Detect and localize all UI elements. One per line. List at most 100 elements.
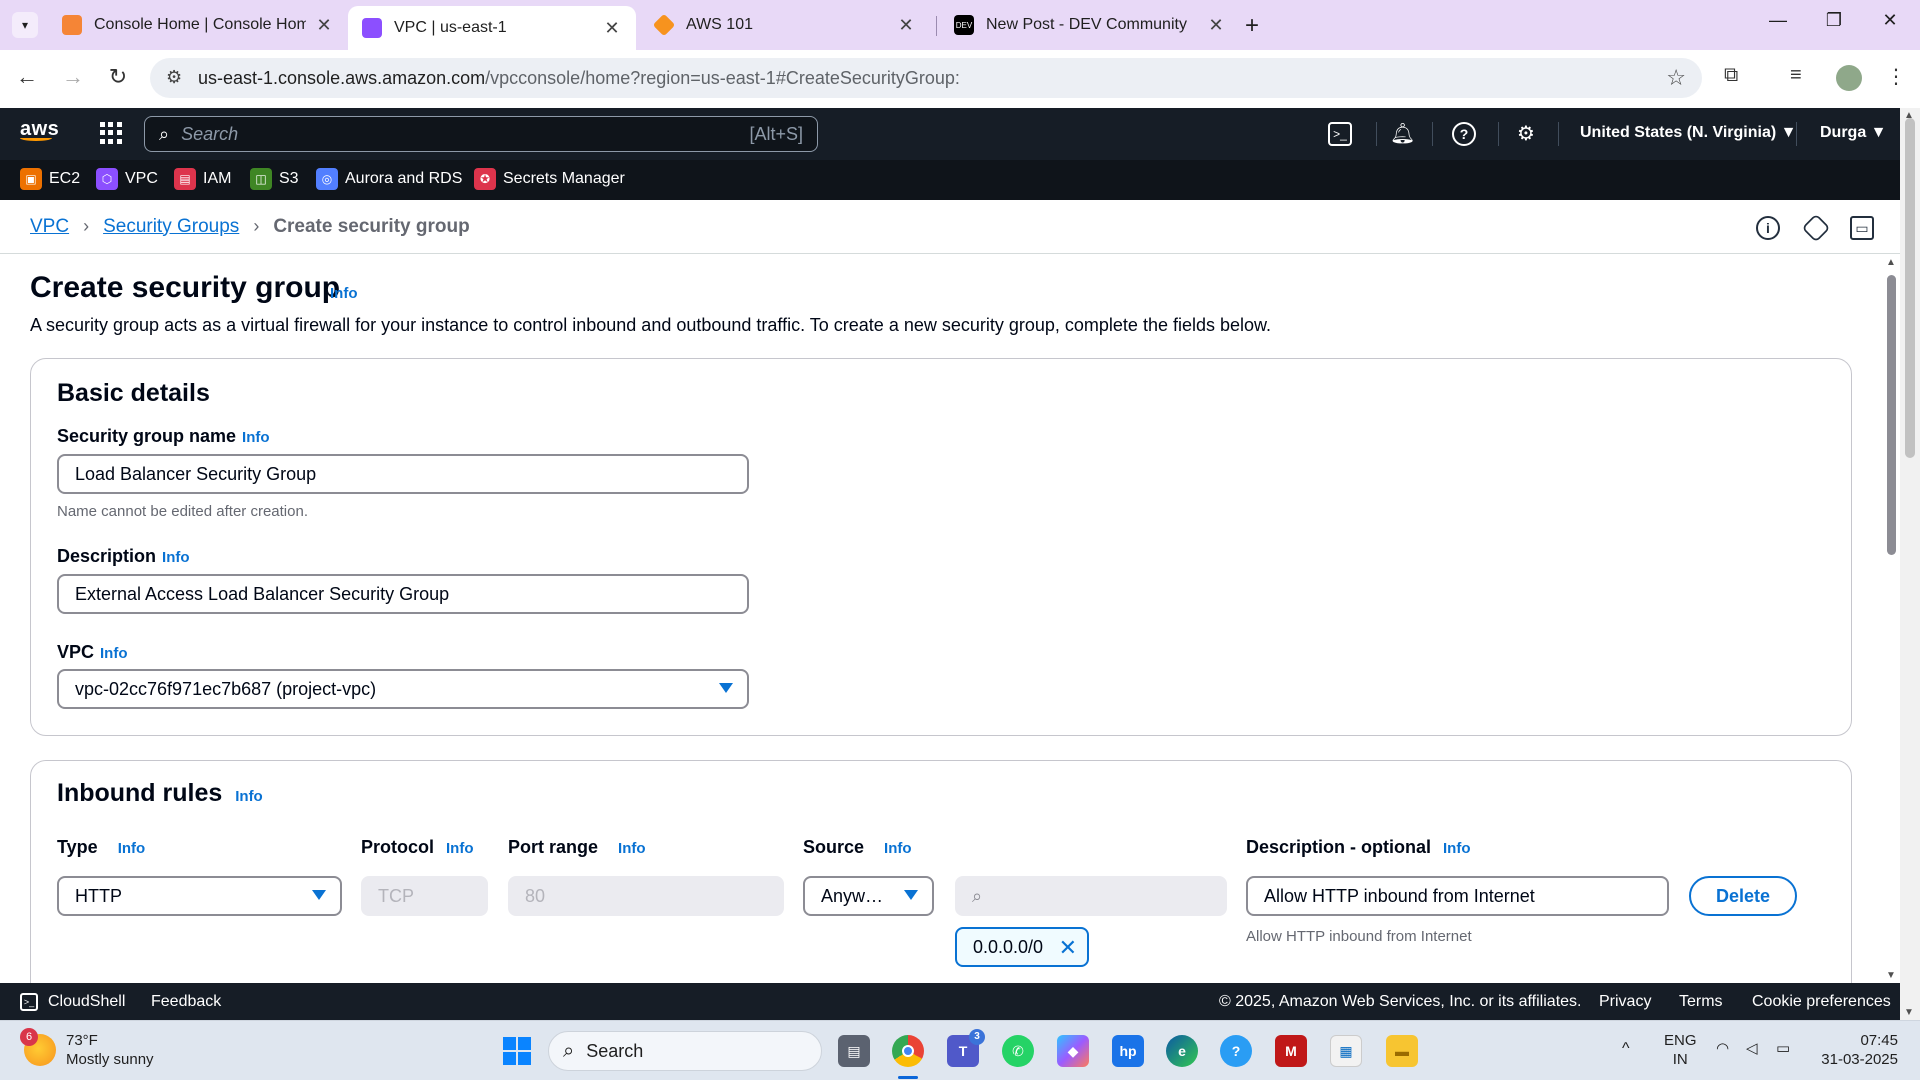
help-icon[interactable]: ? (1452, 122, 1476, 146)
get-help-icon[interactable]: ? (1220, 1035, 1252, 1067)
search-input[interactable]: ⌕ Search [Alt+S] (144, 116, 818, 152)
restore-icon[interactable]: ❐ (1814, 10, 1854, 31)
store-icon[interactable]: ▦ (1330, 1035, 1362, 1067)
type-select[interactable]: HTTP (57, 876, 342, 916)
notifications-panel-icon[interactable] (1801, 213, 1831, 243)
settings-gear-icon[interactable]: ⚙ (1514, 122, 1538, 146)
tab-dev-community[interactable]: DEV New Post - DEV Community ✕ (940, 6, 1240, 44)
feedback-panel-icon[interactable]: ▭ (1850, 216, 1874, 240)
breadcrumb-vpc-link[interactable]: VPC (30, 216, 69, 238)
favorite-vpc[interactable]: ⬡ VPC (96, 168, 158, 190)
forward-arrow-icon[interactable]: → (58, 64, 88, 90)
file-explorer-icon[interactable]: ▬ (1386, 1035, 1418, 1067)
tab-vpc[interactable]: VPC | us-east-1 ✕ (348, 6, 636, 50)
info-link[interactable]: Info (1443, 840, 1471, 857)
scroll-down-icon[interactable]: ▼ (1904, 1007, 1914, 1018)
favorite-iam[interactable]: ▤ IAM (174, 168, 231, 190)
language-indicator[interactable]: ENG IN (1664, 1031, 1697, 1069)
mcafee-icon[interactable]: M (1275, 1035, 1307, 1067)
caret-down-icon (719, 683, 733, 693)
whatsapp-icon[interactable]: ✆ (1002, 1035, 1034, 1067)
description-input[interactable]: External Access Load Balancer Security G… (57, 574, 749, 614)
media-control-icon[interactable]: ≡ (1790, 64, 1802, 87)
terms-link[interactable]: Terms (1679, 993, 1723, 1011)
back-arrow-icon[interactable]: ← (12, 64, 42, 90)
browser-menu-icon[interactable]: ⋮ (1886, 64, 1906, 89)
close-window-icon[interactable]: ✕ (1870, 10, 1910, 31)
close-tab-icon[interactable]: ✕ (896, 15, 916, 36)
windows-start-icon[interactable] (503, 1037, 531, 1065)
rds-icon: ◎ (316, 168, 338, 190)
privacy-link[interactable]: Privacy (1599, 993, 1651, 1011)
favorite-s3[interactable]: ◫ S3 (250, 168, 299, 190)
page-scrollbar[interactable]: ▲ ▼ (1900, 108, 1920, 1020)
volume-icon[interactable]: ◁ (1746, 1039, 1758, 1058)
show-hidden-icons-chevron-icon[interactable]: ^ (1622, 1039, 1630, 1058)
account-menu[interactable]: Durga ▼ (1820, 124, 1887, 142)
security-group-name-input[interactable]: Load Balancer Security Group (57, 454, 749, 494)
bookmark-star-icon[interactable]: ☆ (1666, 65, 1686, 91)
rule-description-input[interactable]: Allow HTTP inbound from Internet (1246, 876, 1669, 916)
weather-widget[interactable]: 6 73°F Mostly sunny (20, 1028, 154, 1069)
aws-logo[interactable]: aws (20, 118, 59, 141)
clock[interactable]: 07:45 31-03-2025 (1818, 1031, 1898, 1069)
edge-icon[interactable]: e (1166, 1035, 1198, 1067)
breadcrumb-security-groups-link[interactable]: Security Groups (103, 216, 239, 238)
myhp-icon[interactable]: hp (1112, 1035, 1144, 1067)
close-tab-icon[interactable]: ✕ (602, 18, 622, 39)
close-tab-icon[interactable]: ✕ (1206, 15, 1226, 36)
notifications-bell-icon[interactable]: 🔔︎ (1390, 122, 1415, 146)
wifi-icon[interactable]: ◠ (1716, 1039, 1729, 1058)
chrome-icon[interactable] (892, 1035, 924, 1067)
scroll-up-icon[interactable]: ▲ (1886, 257, 1896, 268)
info-link[interactable]: Info (242, 429, 270, 446)
site-settings-icon[interactable]: ⚙ (166, 67, 182, 88)
info-link[interactable]: Info (884, 840, 912, 857)
aws-console-favicon-icon (62, 15, 82, 35)
extensions-puzzle-icon[interactable]: ⧉ (1724, 64, 1738, 87)
taskbar-search[interactable]: ⌕ Search (548, 1031, 822, 1071)
region-selector[interactable]: United States (N. Virginia) ▼ (1580, 124, 1796, 142)
tab-console-home[interactable]: Console Home | Console Home ✕ (48, 6, 348, 44)
cloudshell-button[interactable]: >_ CloudShell (20, 993, 125, 1011)
cloudshell-icon[interactable]: >_ (1328, 122, 1352, 146)
scrollbar-thumb[interactable] (1905, 118, 1915, 458)
services-grid-icon[interactable] (100, 122, 122, 144)
source-select[interactable]: Anyw… (803, 876, 934, 916)
info-link[interactable]: Info (235, 788, 263, 805)
battery-icon[interactable]: ▭ (1776, 1039, 1790, 1058)
cidr-search-input[interactable]: ⌕ (955, 876, 1227, 916)
scrollbar-thumb[interactable] (1887, 275, 1896, 555)
task-view-icon[interactable]: ▤ (838, 1035, 870, 1067)
info-link[interactable]: Info (446, 840, 474, 857)
info-link[interactable]: Info (100, 645, 128, 662)
scroll-down-icon[interactable]: ▼ (1886, 970, 1896, 981)
favorite-secrets-manager[interactable]: ✪ Secrets Manager (474, 168, 625, 190)
minimize-icon[interactable]: — (1758, 10, 1798, 31)
reload-icon[interactable]: ↻ (103, 64, 133, 90)
copilot-icon[interactable]: ◆ (1057, 1035, 1089, 1067)
content-scrollbar[interactable]: ▲ ▼ (1884, 255, 1900, 983)
sun-weather-icon: 6 (20, 1028, 56, 1066)
info-link[interactable]: Info (618, 840, 646, 857)
close-tab-icon[interactable]: ✕ (314, 15, 334, 36)
favorite-ec2[interactable]: ▣ EC2 (20, 168, 80, 190)
tab-aws-101[interactable]: AWS 101 ✕ (640, 6, 930, 44)
tab-search-chevron-icon[interactable]: ▾ (12, 12, 38, 38)
page-info-link[interactable]: Info (330, 285, 358, 302)
remove-token-icon[interactable]: ✕ (1059, 935, 1077, 961)
profile-avatar[interactable] (1836, 65, 1862, 91)
info-panel-icon[interactable]: i (1756, 216, 1780, 240)
favorite-aurora-rds[interactable]: ◎ Aurora and RDS (316, 168, 462, 190)
info-link[interactable]: Info (118, 840, 146, 857)
vpc-select[interactable]: vpc-02cc76f971ec7b687 (project-vpc) (57, 669, 749, 709)
browser-tab-strip: ▾ Console Home | Console Home ✕ VPC | us… (0, 0, 1920, 50)
cookie-preferences-link[interactable]: Cookie preferences (1752, 993, 1891, 1011)
delete-rule-button[interactable]: Delete (1689, 876, 1797, 916)
url-bar[interactable]: ⚙ us-east-1.console.aws.amazon.com/vpcco… (150, 58, 1702, 98)
info-link[interactable]: Info (162, 549, 190, 566)
teams-badge: 3 (969, 1029, 985, 1045)
new-tab-plus-icon[interactable]: + (1245, 12, 1259, 40)
feedback-link[interactable]: Feedback (151, 993, 221, 1011)
teams-icon[interactable]: T3 (947, 1029, 985, 1067)
